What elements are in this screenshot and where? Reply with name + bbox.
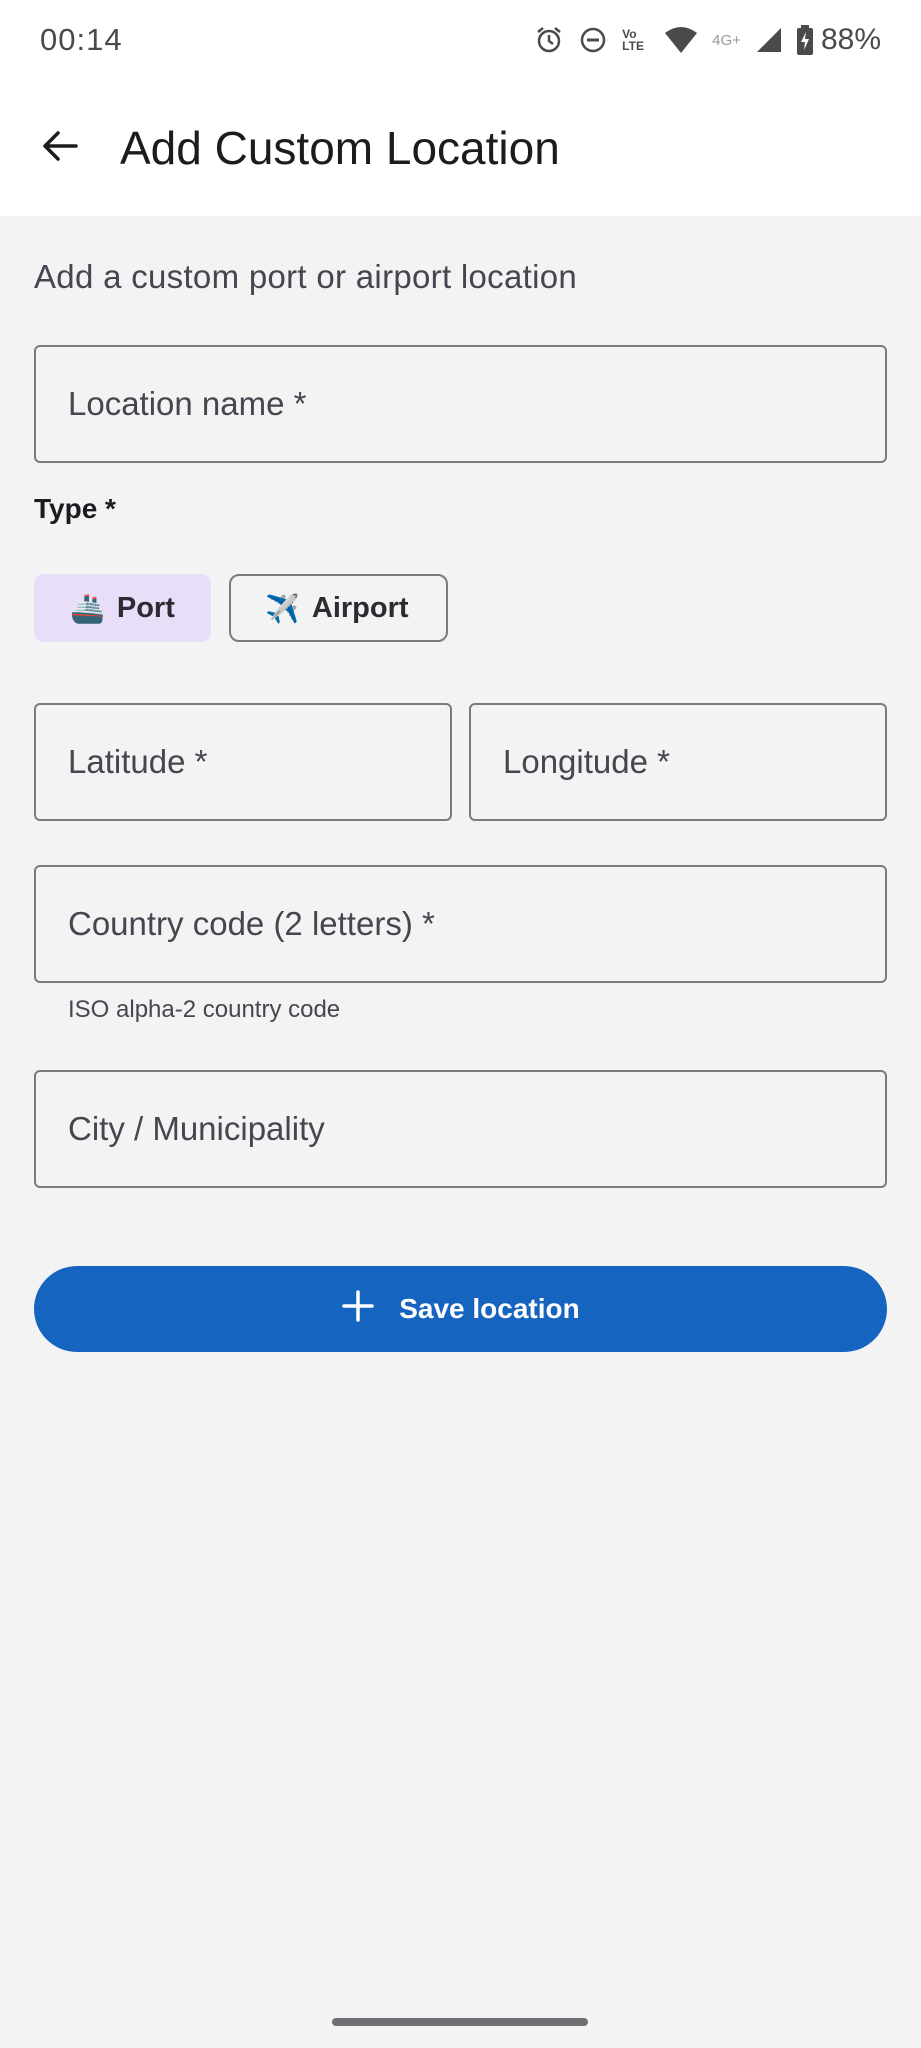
- alarm-icon: [534, 25, 564, 55]
- battery-icon: [796, 25, 813, 55]
- app-bar: Add Custom Location: [0, 80, 921, 216]
- back-button[interactable]: [20, 108, 100, 188]
- type-chip-airport[interactable]: ✈️ Airport: [229, 574, 448, 642]
- do-not-disturb-icon: [578, 25, 608, 55]
- network-type-label: 4G+: [712, 31, 741, 49]
- status-icons: Vo LTE 4G+ 88%: [534, 23, 881, 57]
- page-title: Add Custom Location: [120, 122, 560, 174]
- volte-icon: Vo LTE: [622, 27, 644, 53]
- type-chip-port-label: Port: [116, 591, 175, 624]
- longitude-field[interactable]: [469, 703, 887, 821]
- type-chip-airport-label: Airport: [311, 591, 409, 624]
- signal-icon: [755, 26, 783, 54]
- status-time: 00:14: [40, 22, 123, 57]
- longitude-input[interactable]: [471, 705, 885, 819]
- location-name-field[interactable]: [34, 345, 887, 463]
- country-code-helper: ISO alpha-2 country code: [68, 996, 341, 1023]
- home-indicator[interactable]: [332, 2018, 588, 2026]
- status-bar: 00:14 Vo LTE 4G+ 88%: [0, 0, 921, 80]
- save-location-button[interactable]: Save location: [34, 1266, 887, 1352]
- type-chip-port[interactable]: 🚢 Port: [34, 574, 211, 642]
- type-label: Type *: [34, 493, 116, 524]
- ship-icon: 🚢: [70, 592, 105, 624]
- location-name-input[interactable]: [36, 347, 885, 461]
- country-code-input[interactable]: [36, 867, 885, 981]
- airplane-icon: ✈️: [265, 592, 300, 624]
- arrow-back-icon: [40, 126, 80, 171]
- battery-percent: 88%: [820, 23, 881, 56]
- city-field[interactable]: [34, 1070, 887, 1188]
- latitude-input[interactable]: [36, 705, 450, 819]
- country-code-field[interactable]: [34, 865, 887, 983]
- save-location-label: Save location: [399, 1293, 580, 1324]
- city-input[interactable]: [36, 1072, 885, 1186]
- wifi-icon: [664, 26, 698, 54]
- latitude-field[interactable]: [34, 703, 452, 821]
- plus-icon: [341, 1289, 375, 1330]
- form-subtitle: Add a custom port or airport location: [34, 258, 578, 295]
